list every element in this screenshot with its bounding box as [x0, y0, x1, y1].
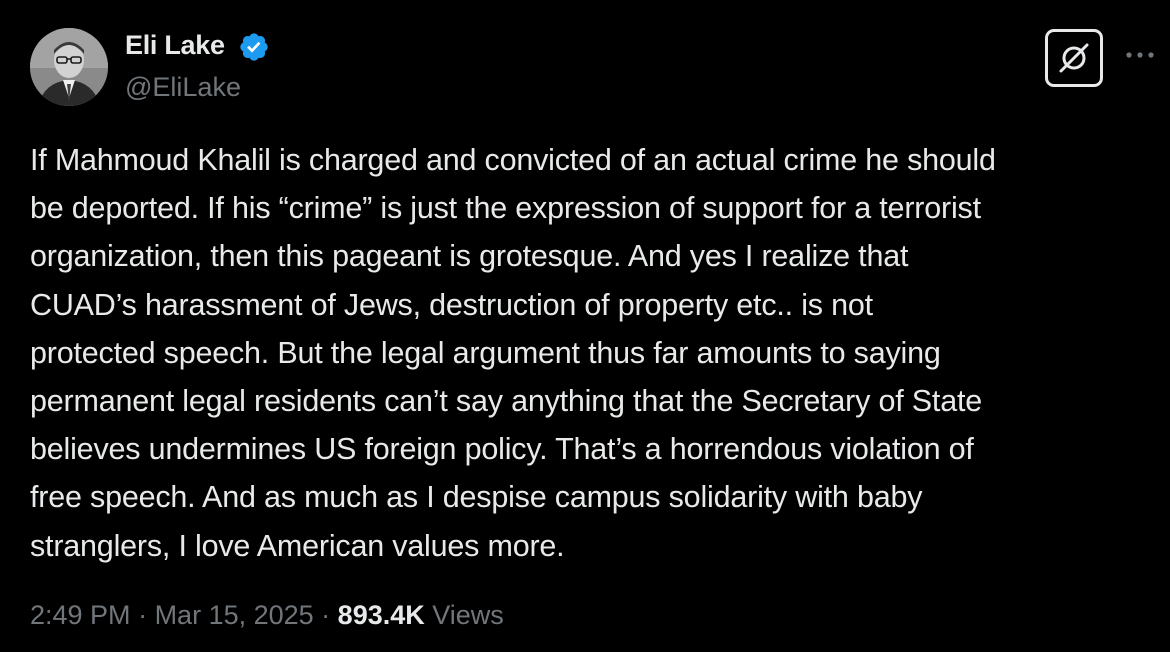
tweet-card: Eli Lake @EliLake If Mahmoud Khalil is c…	[0, 0, 1170, 652]
tweet-text: If Mahmoud Khalil is charged and convict…	[30, 136, 1158, 570]
grok-icon	[1059, 43, 1089, 73]
views-count: 893.4K	[337, 600, 425, 630]
tweet-time[interactable]: 2:49 PM	[30, 600, 131, 630]
tweet-date[interactable]: Mar 15, 2025	[155, 600, 314, 630]
tweet-text-line: organization, then this pageant is grote…	[30, 239, 909, 274]
tweet-metadata: 2:49 PM · Mar 15, 2025 · 893.4K Views	[30, 600, 504, 631]
tweet-text-line: believes undermines US foreign policy. T…	[30, 432, 974, 467]
tweet-text-line: protected speech. But the legal argument…	[30, 335, 941, 370]
tweet-text-line: be deported. If his “crime” is just the …	[30, 191, 981, 226]
tweet-text-line: CUAD’s harassment of Jews, destruction o…	[30, 287, 873, 322]
views-label: Views	[424, 600, 504, 630]
tweet-text-line: permanent legal residents can’t say anyt…	[30, 384, 982, 419]
more-options-button[interactable]	[1122, 40, 1158, 70]
author-handle[interactable]: @EliLake	[125, 72, 241, 103]
author-name[interactable]: Eli Lake	[125, 30, 225, 61]
verified-badge-icon	[240, 33, 268, 61]
avatar[interactable]	[30, 28, 108, 106]
tweet-text-line: stranglers, I love American values more.	[30, 528, 565, 563]
avatar-image	[30, 28, 108, 106]
meta-separator: ·	[130, 600, 155, 630]
grok-button[interactable]	[1045, 29, 1103, 87]
tweet-text-line: If Mahmoud Khalil is charged and convict…	[30, 143, 996, 177]
meta-separator: ·	[313, 600, 338, 630]
tweet-text-line: free speech. And as much as I despise ca…	[30, 480, 923, 515]
more-horizontal-icon	[1126, 52, 1154, 58]
